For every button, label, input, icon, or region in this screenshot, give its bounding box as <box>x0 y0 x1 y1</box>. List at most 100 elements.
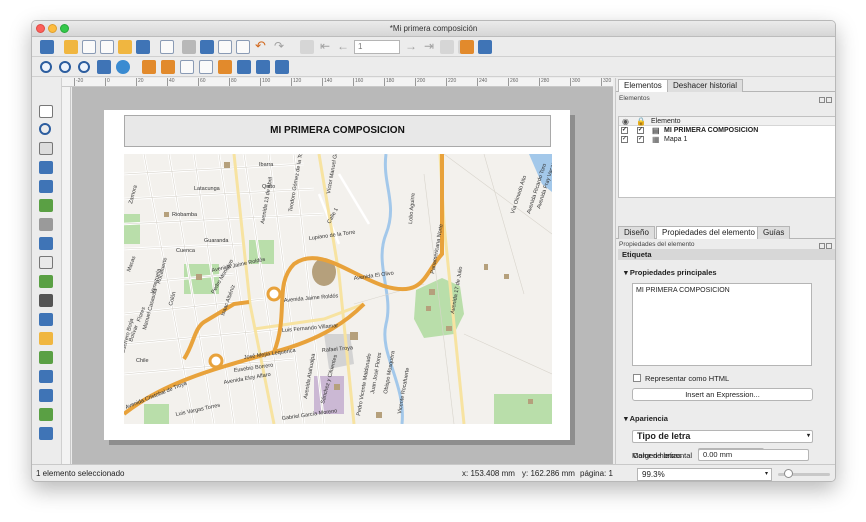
composer-manager-icon[interactable] <box>100 40 114 54</box>
title-label-item[interactable]: MI PRIMERA COMPOSICION <box>124 115 551 147</box>
add-picture-icon[interactable] <box>39 237 53 250</box>
main-props-header[interactable]: ▾ Propiedades principales <box>624 268 717 277</box>
appearance-header[interactable]: ▾ Apariencia <box>624 414 668 423</box>
label-text-area[interactable]: MI PRIMERA COMPOSICION <box>632 283 812 366</box>
move-content-icon[interactable] <box>39 161 53 174</box>
add-shape-icon[interactable] <box>39 332 53 345</box>
tree-header-label: Elemento <box>651 118 681 125</box>
zoom-window-button[interactable] <box>60 24 69 33</box>
print-atlas-icon[interactable] <box>440 40 454 54</box>
composer-toolbar: ↷ ⇤ ← 1 → ⇥ <box>32 37 835 57</box>
zoom-in-icon[interactable] <box>40 61 52 73</box>
atlas-layer-icon[interactable] <box>478 40 492 54</box>
add-north-arrow-icon[interactable] <box>39 313 53 326</box>
add-map-icon[interactable] <box>39 199 53 212</box>
export-pdf-icon[interactable] <box>236 40 250 54</box>
add-arrow-icon[interactable] <box>39 389 53 402</box>
tab-elementos[interactable]: Elementos <box>618 79 668 92</box>
cursor-y: y: 162.286 mm <box>522 469 575 478</box>
ruler-tick: 180 <box>384 78 394 86</box>
ungroup-items-icon[interactable] <box>161 60 175 74</box>
next-feature-icon[interactable]: → <box>404 40 418 54</box>
svg-text:Cuenca: Cuenca <box>176 248 196 254</box>
new-composer-icon[interactable] <box>64 40 78 54</box>
atlas-page-input[interactable]: 1 <box>354 40 400 54</box>
atlas-preview-icon[interactable] <box>300 40 314 54</box>
pan-tool-icon[interactable] <box>39 105 53 118</box>
raise-items-icon[interactable] <box>218 60 232 74</box>
margin-input[interactable]: 0.00 mm <box>698 449 809 461</box>
selection-status: 1 elemento seleccionado <box>36 469 125 478</box>
select-tool-icon[interactable] <box>39 142 53 155</box>
window-title: *Mi primera composición <box>389 24 478 33</box>
add-polygon-icon[interactable] <box>39 351 53 364</box>
undo-icon[interactable] <box>254 38 268 54</box>
add-table-icon[interactable] <box>39 427 53 440</box>
lock-items-icon[interactable] <box>180 60 194 74</box>
bottom-dock-tabs: Diseño Propiedades del elemento Guías <box>616 225 835 239</box>
zoom-select[interactable]: 99.3% ▾ <box>637 468 772 481</box>
panel-float-close-icons[interactable] <box>818 96 832 103</box>
chevron-down-icon: ▾ <box>806 433 810 439</box>
refresh-view-icon[interactable] <box>116 60 130 74</box>
previous-feature-icon[interactable]: ← <box>336 40 350 54</box>
export-svg-icon[interactable] <box>218 40 232 54</box>
add-polyline-icon[interactable] <box>39 370 53 383</box>
last-feature-icon[interactable]: ⇥ <box>422 40 436 54</box>
render-html-checkbox[interactable] <box>633 374 641 382</box>
save-project-icon[interactable] <box>40 40 54 54</box>
ruler-tick: 140 <box>322 78 332 86</box>
resize-icon[interactable] <box>275 60 289 74</box>
ruler-tick: 40 <box>167 78 175 86</box>
atlas-settings-icon[interactable] <box>460 40 474 54</box>
visibility-checkbox[interactable]: ✓ <box>621 127 628 134</box>
insert-expression-button[interactable]: Insert an Expression... <box>632 388 813 401</box>
map-item[interactable]: Ibarra Quito Latacunga Zamora Guaranda R… <box>124 154 552 424</box>
status-bar: 1 elemento seleccionado x: 153.408 mm y:… <box>32 464 835 481</box>
tree-item-label[interactable]: ✓ ✓ ▤ MI PRIMERA COMPOSICION <box>619 126 835 135</box>
print-icon[interactable] <box>182 40 196 54</box>
tab-deshacer-historial[interactable]: Deshacer historial <box>667 79 744 92</box>
add-3d-map-icon[interactable] <box>39 218 53 231</box>
lock-checkbox[interactable]: ✓ <box>637 127 644 134</box>
close-window-button[interactable] <box>36 24 45 33</box>
first-feature-icon[interactable]: ⇤ <box>318 40 332 54</box>
redo-icon[interactable]: ↷ <box>272 40 286 54</box>
tab-propiedades-del-elemento[interactable]: Propiedades del elemento <box>656 226 761 239</box>
duplicate-composer-icon[interactable] <box>82 40 96 54</box>
elements-tree[interactable]: ◉ 🔒 Elemento ✓ ✓ ▤ MI PRIMERA COMPOSICIO… <box>618 116 835 198</box>
save-template-icon[interactable] <box>136 40 150 54</box>
minimize-window-button[interactable] <box>48 24 57 33</box>
composition-canvas[interactable]: MI PRIMERA COMPOSICION Ibarra Quito Lata… <box>72 87 613 464</box>
ruler-tick: 200 <box>415 78 425 86</box>
open-template-icon[interactable] <box>118 40 132 54</box>
zoom-slider-handle[interactable] <box>784 469 793 478</box>
panel-float-close-icons[interactable] <box>818 242 832 249</box>
lock-checkbox[interactable]: ✓ <box>637 136 644 143</box>
add-page-icon[interactable] <box>160 40 174 54</box>
horizontal-ruler: -20 0 20 40 60 80 100 120 140 160 180 200 220 240 260 2… <box>62 78 613 87</box>
zoom-tool-icon[interactable] <box>39 123 51 135</box>
tab-diseno[interactable]: Diseño <box>618 226 655 239</box>
tree-item-map[interactable]: ✓ ✓ ▦ Mapa 1 <box>619 135 835 144</box>
zoom-100-icon[interactable] <box>78 61 90 73</box>
group-items-icon[interactable] <box>142 60 156 74</box>
font-button[interactable]: Tipo de letra ▾ <box>632 430 813 443</box>
zoom-out-icon[interactable] <box>59 61 71 73</box>
visibility-checkbox[interactable]: ✓ <box>621 136 628 143</box>
zoom-full-icon[interactable] <box>97 60 111 74</box>
label-item-icon: ▤ <box>652 126 660 135</box>
page-indicator: página: 1 <box>580 469 613 478</box>
export-image-icon[interactable] <box>200 40 214 54</box>
zoom-value: 99.3% <box>642 470 665 479</box>
align-left-icon[interactable] <box>237 60 251 74</box>
distribute-icon[interactable] <box>256 60 270 74</box>
main-props-label: Propiedades principales <box>629 268 717 277</box>
unlock-items-icon[interactable] <box>199 60 213 74</box>
tab-guias[interactable]: Guías <box>757 226 791 239</box>
add-html-icon[interactable] <box>39 408 53 421</box>
add-legend-icon[interactable] <box>39 275 53 288</box>
add-label-icon[interactable] <box>39 256 53 269</box>
add-scalebar-icon[interactable] <box>39 294 53 307</box>
edit-nodes-icon[interactable] <box>39 180 53 193</box>
